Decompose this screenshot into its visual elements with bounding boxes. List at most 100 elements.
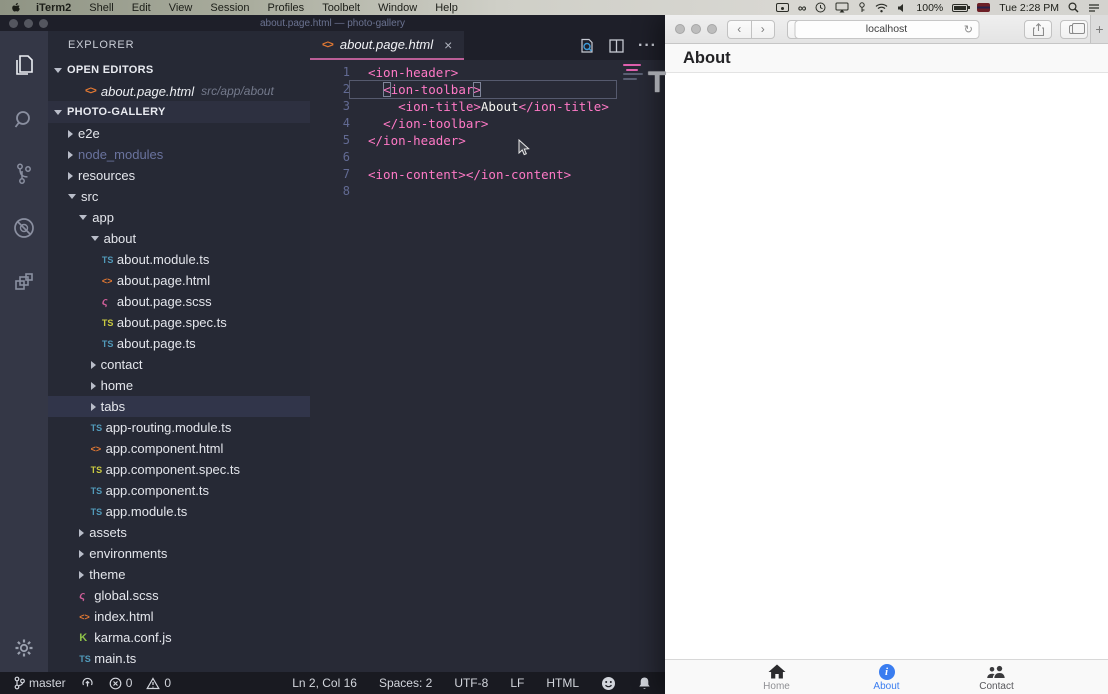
- tree-file-about-module-ts[interactable]: TSabout.module.ts: [48, 249, 310, 270]
- extensions-icon[interactable]: [0, 259, 48, 305]
- tab-home[interactable]: Home: [722, 660, 832, 692]
- tree-folder-node-modules[interactable]: node_modules: [48, 144, 310, 165]
- menu-edit[interactable]: Edit: [123, 0, 160, 15]
- tree-folder-assets[interactable]: assets: [48, 522, 310, 543]
- tree-file-about-page-html[interactable]: <>about.page.html: [48, 270, 310, 291]
- project-section-header[interactable]: PHOTO-GALLERY: [48, 101, 310, 123]
- tree-item-label: about.module.ts: [117, 252, 210, 267]
- tree-item-label: app: [92, 210, 114, 225]
- tree-file-about-page-ts[interactable]: TSabout.page.ts: [48, 333, 310, 354]
- code-editor[interactable]: 1<ion-header>2 <ion-toolbar>3 <ion-title…: [310, 60, 665, 672]
- open-editors-section[interactable]: OPEN EDITORS: [48, 59, 310, 81]
- tree-file-main-ts[interactable]: TSmain.ts: [48, 648, 310, 669]
- git-branch-indicator[interactable]: master: [14, 676, 66, 690]
- address-bar[interactable]: localhost ↻: [794, 20, 979, 39]
- tree-file-about-page-scss[interactable]: ςabout.page.scss: [48, 291, 310, 312]
- close-tab-icon[interactable]: ×: [444, 37, 452, 53]
- tree-folder-e2e[interactable]: e2e: [48, 123, 310, 144]
- status-encoding[interactable]: UTF-8: [454, 676, 488, 690]
- share-button[interactable]: [1024, 20, 1052, 39]
- back-button[interactable]: ‹: [727, 20, 751, 39]
- minimize-window-button[interactable]: [691, 24, 701, 34]
- feedback-smiley-icon[interactable]: [601, 676, 616, 691]
- tree-item-label: about.page.html: [117, 273, 210, 288]
- tree-folder-src[interactable]: src: [48, 186, 310, 207]
- battery-icon[interactable]: [952, 4, 968, 12]
- new-tab-button[interactable]: +: [1090, 15, 1108, 43]
- tree-folder-contact[interactable]: contact: [48, 354, 310, 375]
- ts-file-icon: TS: [91, 507, 106, 517]
- wifi-icon[interactable]: [875, 3, 888, 13]
- warnings-indicator[interactable]: 0: [146, 676, 171, 690]
- notifications-bell-icon[interactable]: [638, 676, 651, 690]
- status-eol[interactable]: LF: [510, 676, 524, 690]
- menu-session[interactable]: Session: [201, 0, 258, 15]
- tree-file-app-component-ts[interactable]: TSapp.component.ts: [48, 480, 310, 501]
- menu-window[interactable]: Window: [369, 0, 426, 15]
- menu-shell[interactable]: Shell: [80, 0, 122, 15]
- status-language-mode[interactable]: HTML: [546, 676, 579, 690]
- tree-file-app-component-html[interactable]: <>app.component.html: [48, 438, 310, 459]
- code-line-4: 4 </ion-toolbar>: [310, 115, 665, 132]
- volume-icon[interactable]: [897, 3, 907, 13]
- tree-folder-about[interactable]: about: [48, 228, 310, 249]
- line-number: 1: [310, 64, 350, 81]
- line-number: 6: [310, 149, 350, 166]
- spotlight-icon[interactable]: [1068, 2, 1079, 13]
- settings-gear-icon[interactable]: [0, 638, 48, 658]
- screen-record-icon[interactable]: [776, 3, 789, 12]
- tree-folder-app[interactable]: app: [48, 207, 310, 228]
- split-editor-icon[interactable]: [609, 39, 624, 53]
- tree-file-app-routing-module-ts[interactable]: TSapp-routing.module.ts: [48, 417, 310, 438]
- zoom-window-button[interactable]: [707, 24, 717, 34]
- tab-about[interactable]: iAbout: [832, 660, 942, 692]
- tree-folder-theme[interactable]: theme: [48, 564, 310, 585]
- tree-folder-home[interactable]: home: [48, 375, 310, 396]
- tree-file-global-scss[interactable]: ςglobal.scss: [48, 585, 310, 606]
- menu-toolbelt[interactable]: Toolbelt: [313, 0, 369, 15]
- errors-indicator[interactable]: 0: [109, 676, 133, 690]
- tree-file-karma-conf-js[interactable]: Kkarma.conf.js: [48, 627, 310, 648]
- tab-contact[interactable]: Contact: [942, 660, 1052, 692]
- line-number: 7: [310, 166, 350, 183]
- key-icon[interactable]: [858, 2, 866, 13]
- menu-app-name[interactable]: iTerm2: [27, 0, 80, 15]
- sync-changes-button[interactable]: [80, 676, 95, 690]
- debug-icon[interactable]: [0, 205, 48, 251]
- forward-button[interactable]: ›: [751, 20, 776, 39]
- tree-file-app-component-spec-ts[interactable]: TSapp.component.spec.ts: [48, 459, 310, 480]
- tree-folder-environments[interactable]: environments: [48, 543, 310, 564]
- safari-traffic-lights: [675, 24, 717, 34]
- close-window-button[interactable]: [675, 24, 685, 34]
- menu-bar-clock[interactable]: Tue 2:28 PM: [999, 2, 1059, 14]
- vscode-title-bar[interactable]: about.page.html — photo-gallery: [0, 15, 665, 31]
- clock-status-icon[interactable]: [815, 2, 826, 13]
- tree-folder-tabs[interactable]: tabs: [48, 396, 310, 417]
- glasses-icon[interactable]: ∞: [798, 1, 807, 15]
- airplay-display-icon[interactable]: [835, 2, 849, 13]
- more-actions-icon[interactable]: ···: [638, 37, 657, 55]
- show-all-tabs-button[interactable]: [1060, 20, 1088, 39]
- tree-file-index-html[interactable]: <>index.html: [48, 606, 310, 627]
- tree-item-label: theme: [89, 567, 125, 582]
- app-tab-bar: HomeiAboutContact: [665, 659, 1108, 694]
- apple-menu-icon[interactable]: [10, 2, 21, 13]
- source-control-icon[interactable]: [0, 151, 48, 197]
- status-indentation[interactable]: Spaces: 2: [379, 676, 432, 690]
- search-icon[interactable]: [0, 97, 48, 143]
- reload-icon[interactable]: ↻: [964, 23, 973, 36]
- tab-about-page-html[interactable]: <> about.page.html ×: [310, 31, 464, 60]
- tree-folder-resources[interactable]: resources: [48, 165, 310, 186]
- minimap[interactable]: [623, 64, 649, 82]
- open-preview-icon[interactable]: [579, 38, 595, 54]
- notification-center-icon[interactable]: [1088, 3, 1100, 13]
- tree-file-app-module-ts[interactable]: TSapp.module.ts: [48, 501, 310, 522]
- input-source-flag-icon[interactable]: [977, 3, 990, 12]
- tree-file-about-page-spec-ts[interactable]: TSabout.page.spec.ts: [48, 312, 310, 333]
- menu-help[interactable]: Help: [426, 0, 467, 15]
- status-cursor-position[interactable]: Ln 2, Col 16: [292, 676, 357, 690]
- explorer-icon[interactable]: [0, 43, 48, 89]
- menu-view[interactable]: View: [160, 0, 202, 15]
- open-editor-item[interactable]: <> about.page.html src/app/about: [48, 81, 310, 101]
- menu-profiles[interactable]: Profiles: [259, 0, 314, 15]
